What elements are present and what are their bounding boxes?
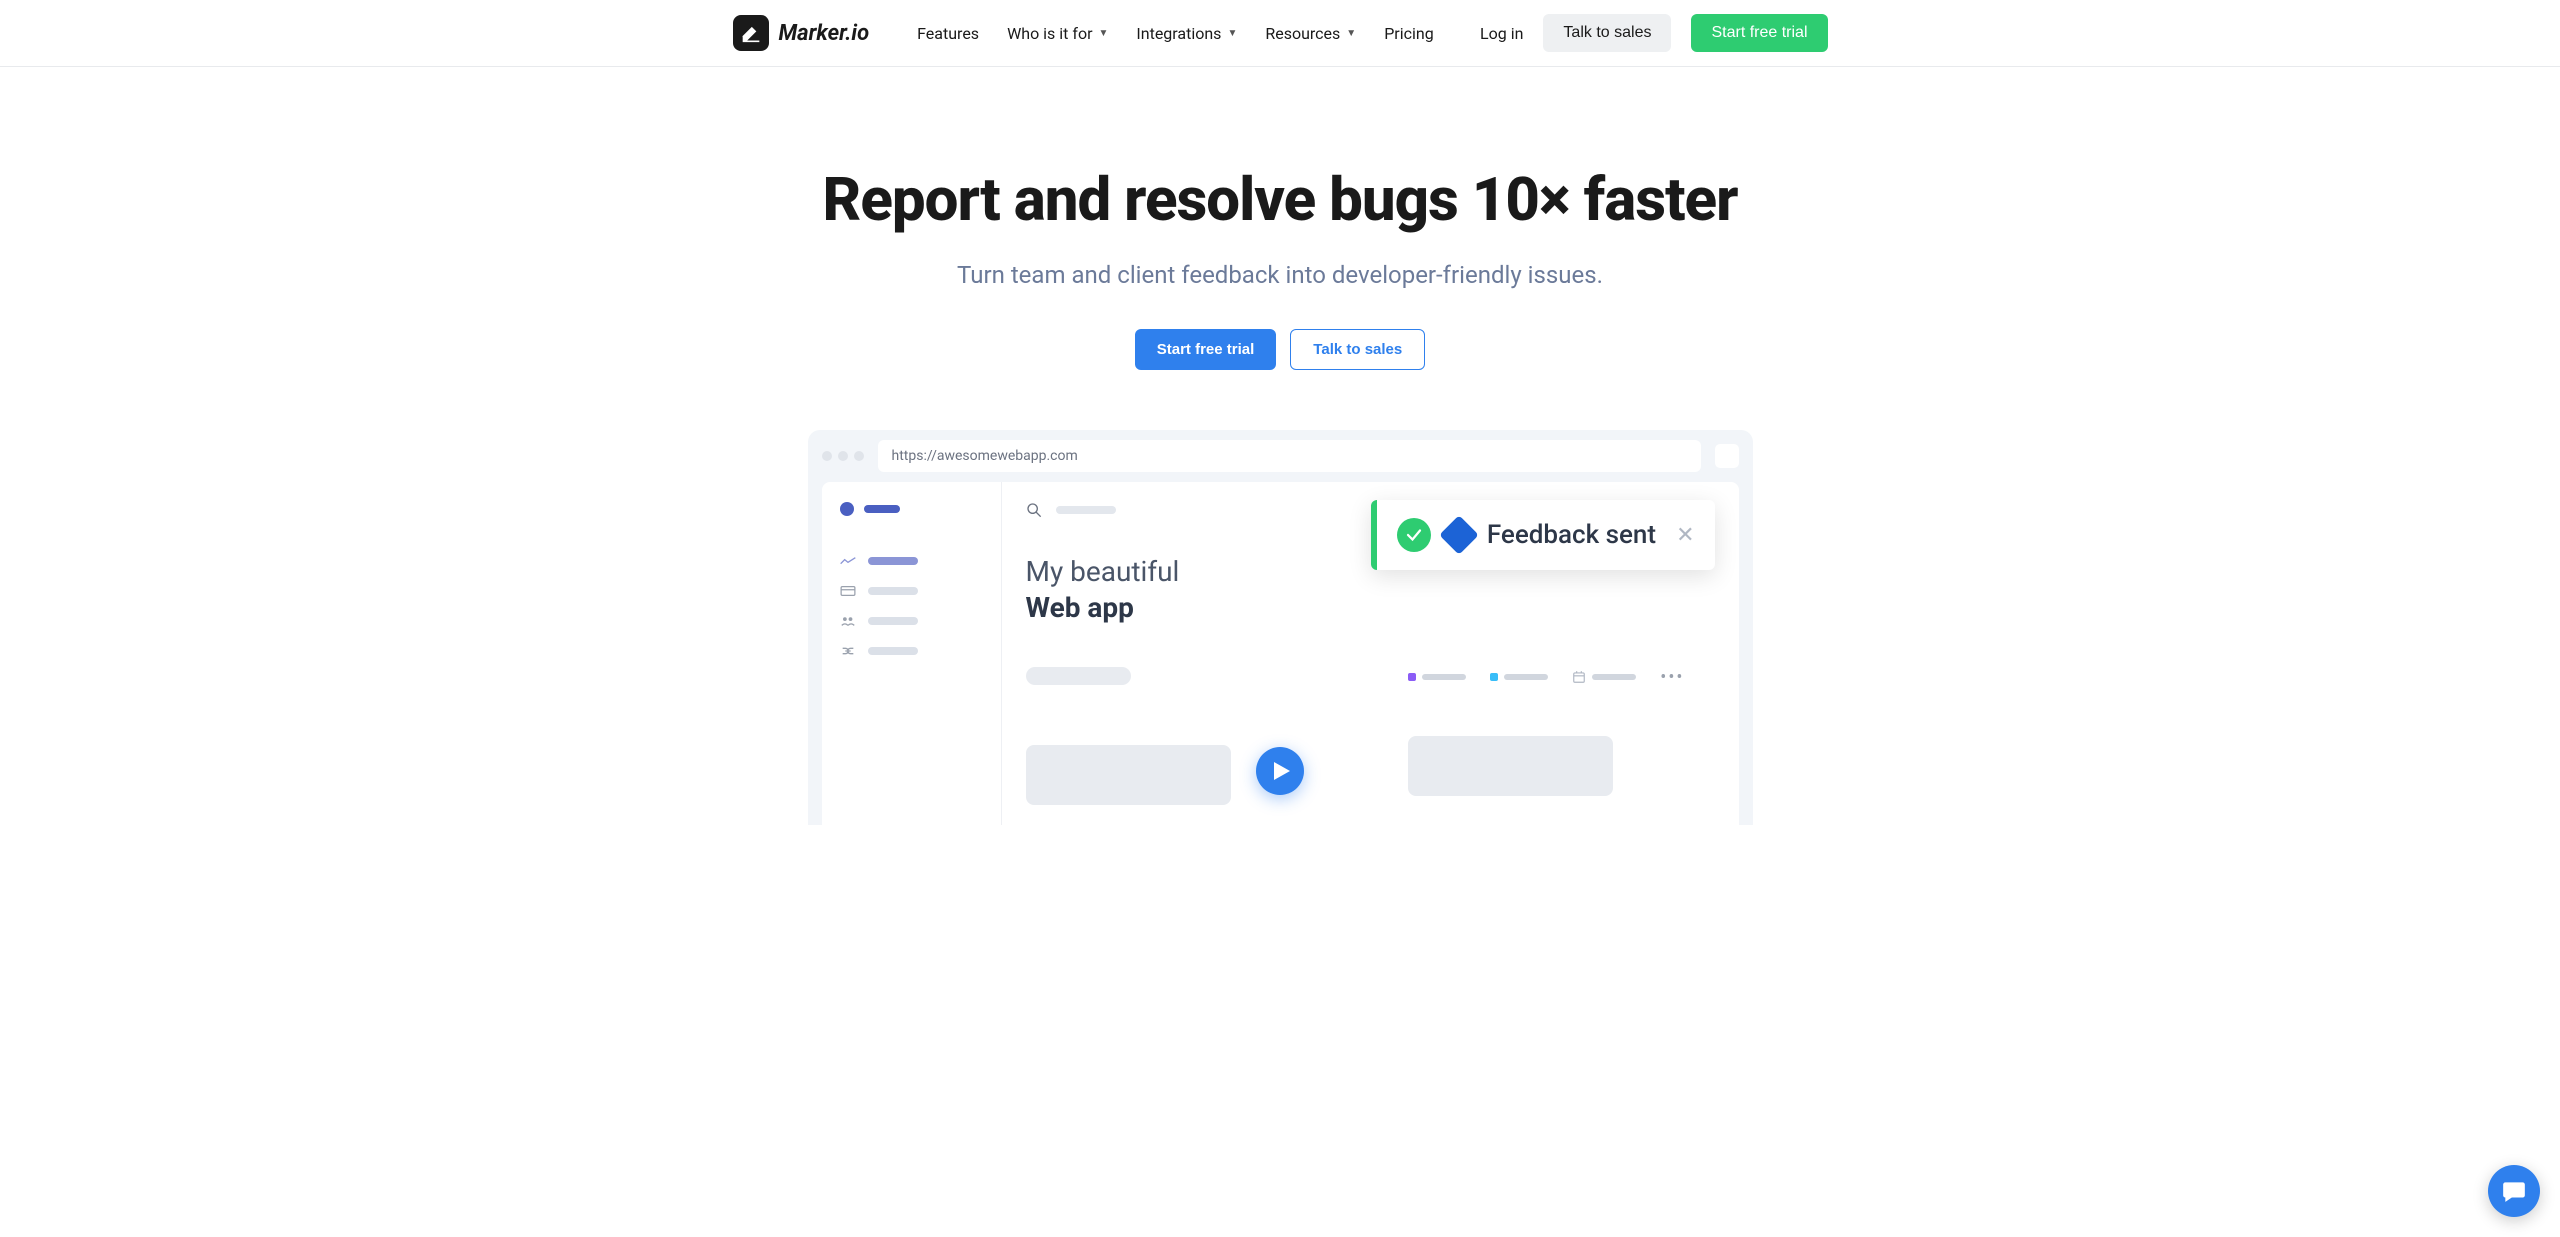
mockup-workspace bbox=[840, 502, 983, 516]
mockup-sidebar-item bbox=[840, 646, 983, 656]
nav-label: Features bbox=[917, 24, 979, 43]
calendar-icon bbox=[1572, 670, 1586, 684]
window-controls bbox=[822, 451, 864, 461]
mockup-content-right: ••• bbox=[1408, 667, 1704, 796]
tag-item bbox=[1408, 673, 1466, 681]
nav-pricing[interactable]: Pricing bbox=[1384, 24, 1434, 43]
nav-label: Pricing bbox=[1384, 24, 1434, 43]
mockup-sidebar-item bbox=[840, 556, 983, 566]
chat-icon bbox=[2501, 1178, 2527, 1204]
title-line-1: My beautiful bbox=[1026, 555, 1180, 588]
logo-text: Marker.io bbox=[779, 21, 870, 46]
chat-widget-button[interactable] bbox=[2488, 1165, 2540, 1217]
hero-start-trial-button[interactable]: Start free trial bbox=[1135, 329, 1277, 370]
chevron-down-icon: ▼ bbox=[1346, 28, 1356, 39]
site-header: Marker.io Features Who is it for ▼ Integr… bbox=[733, 0, 1828, 66]
chevron-down-icon: ▼ bbox=[1227, 28, 1237, 39]
feedback-sent-toast: Feedback sent ✕ bbox=[1371, 500, 1715, 570]
chevron-down-icon: ▼ bbox=[1098, 28, 1108, 39]
more-icon: ••• bbox=[1660, 667, 1684, 688]
url-bar: https://awesomewebapp.com bbox=[878, 440, 1701, 472]
start-free-trial-button[interactable]: Start free trial bbox=[1691, 14, 1827, 52]
mockup-sidebar bbox=[822, 482, 1002, 825]
users-icon bbox=[840, 616, 856, 626]
hero-section: Report and resolve bugs 10× faster Turn … bbox=[0, 67, 2560, 430]
logo-icon bbox=[733, 15, 769, 51]
nav-label: Who is it for bbox=[1007, 24, 1092, 43]
card-icon bbox=[840, 586, 856, 596]
login-link[interactable]: Log in bbox=[1480, 24, 1523, 43]
mockup-sidebar-item bbox=[840, 616, 983, 626]
search-placeholder bbox=[1056, 506, 1116, 514]
toast-text: Feedback sent bbox=[1487, 520, 1656, 550]
mockup-content-left bbox=[1026, 667, 1231, 805]
talk-to-sales-button[interactable]: Talk to sales bbox=[1543, 14, 1671, 52]
mockup-main: My beautiful Web app bbox=[1002, 482, 1739, 825]
browser-action-icon bbox=[1715, 444, 1739, 468]
nav-label: Integrations bbox=[1136, 24, 1221, 43]
hero-illustration: https://awesomewebapp.com bbox=[808, 430, 1753, 825]
mockup-sidebar-item bbox=[840, 586, 983, 596]
hero-title: Report and resolve bugs 10× faster bbox=[20, 167, 2540, 233]
hero-cta-group: Start free trial Talk to sales bbox=[20, 329, 2540, 370]
logo[interactable]: Marker.io bbox=[733, 15, 870, 51]
main-nav: Features Who is it for ▼ Integrations ▼ Re… bbox=[917, 24, 1434, 43]
tag-item bbox=[1572, 670, 1636, 684]
app-mockup: My beautiful Web app bbox=[822, 482, 1739, 825]
nav-label: Resources bbox=[1265, 24, 1340, 43]
nav-features[interactable]: Features bbox=[917, 24, 979, 43]
nav-who-is-it-for[interactable]: Who is it for ▼ bbox=[1007, 24, 1108, 43]
jira-icon bbox=[1439, 515, 1479, 555]
play-video-button[interactable] bbox=[1256, 747, 1304, 795]
nav-resources[interactable]: Resources ▼ bbox=[1265, 24, 1356, 43]
close-icon[interactable]: ✕ bbox=[1676, 523, 1694, 548]
tag-item bbox=[1490, 673, 1548, 681]
avatar-icon bbox=[840, 502, 854, 516]
link-icon bbox=[840, 646, 856, 656]
hero-subtitle: Turn team and client feedback into devel… bbox=[20, 261, 2540, 289]
workspace-name-placeholder bbox=[864, 505, 900, 513]
chart-icon bbox=[840, 556, 856, 566]
nav-integrations[interactable]: Integrations ▼ bbox=[1136, 24, 1237, 43]
browser-mockup: https://awesomewebapp.com bbox=[808, 430, 1753, 825]
search-icon bbox=[1026, 502, 1042, 518]
check-icon bbox=[1397, 518, 1431, 552]
hero-talk-sales-button[interactable]: Talk to sales bbox=[1290, 329, 1425, 370]
title-line-2: Web app bbox=[1026, 591, 1134, 624]
